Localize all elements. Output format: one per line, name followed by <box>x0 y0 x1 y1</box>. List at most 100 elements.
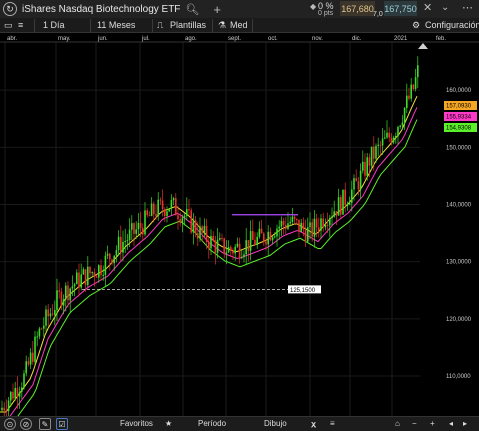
candle-body <box>144 210 146 235</box>
candle-body <box>337 197 340 216</box>
candle-body <box>223 238 225 254</box>
candle-body <box>234 246 236 254</box>
candle-body <box>333 211 335 217</box>
candle-body <box>3 407 5 411</box>
indicator-icon[interactable]: ⚗ <box>218 20 226 31</box>
range-select[interactable]: 11 Meses <box>97 20 135 30</box>
current-price-marker-icon <box>418 43 428 49</box>
ask-price-button[interactable]: 167,750 <box>384 1 417 16</box>
change-arrow-icon: ◆ <box>310 2 317 11</box>
candle-body <box>93 272 96 277</box>
collapse-icon[interactable]: ⌄ <box>441 2 449 13</box>
candle-body <box>106 253 109 256</box>
candle-body <box>56 290 58 311</box>
candle-body <box>120 236 122 253</box>
candle-body <box>373 146 375 159</box>
no-entry-icon[interactable]: ⊘ <box>20 418 32 430</box>
instrument-title: iShares Nasdaq Biotechnology ETF <box>22 3 181 15</box>
candle-body <box>157 199 159 216</box>
favorites-button[interactable]: Favoritos <box>120 419 153 428</box>
candle-body <box>27 361 30 365</box>
candle-body <box>142 227 144 235</box>
candle-body <box>115 250 118 256</box>
more-icon[interactable]: ⋯ <box>462 1 473 14</box>
panel-icon[interactable]: ▭ <box>4 20 13 31</box>
home-icon[interactable]: ⌂ <box>395 419 400 428</box>
candle-body <box>71 286 74 289</box>
annotations: 125,1500 <box>82 43 428 294</box>
candle-body <box>124 240 126 242</box>
candle-body <box>351 189 353 203</box>
candle-body <box>320 218 322 231</box>
menu-icon[interactable]: ≡ <box>18 20 23 30</box>
price-chart[interactable]: abr. may. jun. jul. ago. sept. oct. nov. dic. 202… <box>0 33 479 416</box>
candle-body <box>21 387 23 393</box>
candle-body <box>357 181 360 190</box>
function-icon[interactable]: 𝛘 <box>311 419 316 429</box>
candle-body <box>276 228 278 237</box>
candle-body <box>190 210 192 233</box>
month-label: abr. <box>7 36 17 42</box>
candle-body <box>238 243 241 258</box>
drawing-button[interactable]: Dibujo <box>264 419 287 428</box>
zoom-in-icon[interactable]: + <box>430 419 435 428</box>
candle-body <box>241 257 243 259</box>
candle-body <box>133 223 135 234</box>
candle-body <box>60 291 63 306</box>
refresh-icon[interactable]: ↻ <box>3 2 17 16</box>
settings-button[interactable]: Configuración <box>425 20 479 30</box>
candle-body <box>342 189 344 215</box>
level-label: 125,1500 <box>290 288 316 294</box>
candle-body <box>126 240 129 242</box>
star-icon[interactable]: ★ <box>165 419 172 428</box>
candle-body <box>362 161 364 171</box>
candle-body <box>170 200 173 209</box>
month-label: oct. <box>268 36 278 42</box>
prev-icon[interactable]: ◂ <box>449 419 453 428</box>
price-tag-label: 157,0930 <box>446 104 472 110</box>
candle-body <box>10 391 12 401</box>
candle-body <box>122 241 124 253</box>
candle-body <box>172 198 175 201</box>
candle-body <box>326 224 329 226</box>
candle-body <box>260 228 263 234</box>
candle-body <box>344 189 346 205</box>
search-icon[interactable]: 🔍︎ <box>185 3 199 16</box>
templates-icon[interactable]: ⎍ <box>157 20 163 31</box>
add-instrument-icon[interactable]: + <box>213 2 221 17</box>
candle-body <box>98 265 100 278</box>
crosshair-icon[interactable]: ⊙ <box>4 418 16 430</box>
interval-select[interactable]: 1 Día <box>43 20 65 30</box>
candle-body <box>34 336 36 362</box>
lines-icon[interactable]: ≡ <box>330 419 335 428</box>
candle-body <box>269 231 272 241</box>
checkbox-icon[interactable]: ☑ <box>56 418 68 430</box>
price-tag-label: 154,9308 <box>446 126 472 132</box>
bottom-toolbar: ⊙ ⊘ ✎ ☑ Favoritos ★ Período Dibujo 𝛘 ≡ ⌂… <box>0 416 479 431</box>
next-icon[interactable]: ▸ <box>463 419 467 428</box>
candle-body <box>73 284 76 287</box>
pencil-icon[interactable]: ✎ <box>39 418 51 430</box>
templates-button[interactable]: Plantillas <box>170 20 206 30</box>
candle-body <box>111 259 113 264</box>
candle-body <box>18 392 21 397</box>
bid-price-button[interactable]: 167,680 <box>340 1 375 16</box>
candle-body <box>109 253 111 260</box>
candle-body <box>203 225 206 233</box>
ma-green-line <box>17 119 418 416</box>
zoom-out-icon[interactable]: − <box>412 419 417 428</box>
period-button[interactable]: Período <box>198 419 226 428</box>
candle-body <box>249 231 252 251</box>
gear-icon[interactable]: ⚙ <box>412 20 420 31</box>
candle-body <box>346 204 349 206</box>
candle-body <box>282 220 285 225</box>
candle-body <box>403 107 406 123</box>
candle-body <box>78 272 80 288</box>
candle-body <box>100 265 102 276</box>
candle-body <box>25 361 27 374</box>
indicator-button[interactable]: Med <box>230 20 248 30</box>
candle-body <box>177 215 179 220</box>
candle-body <box>91 272 93 274</box>
close-icon[interactable]: ✕ <box>423 1 432 14</box>
candle-body <box>302 222 305 230</box>
